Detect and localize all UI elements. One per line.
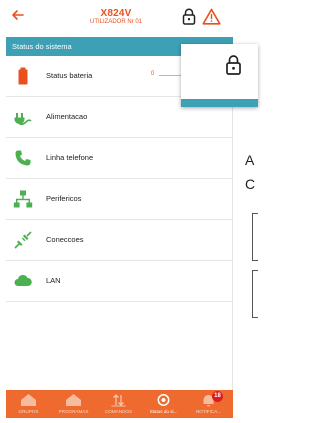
padlock-icon[interactable] — [182, 8, 196, 25]
menu-item-linha-telefone[interactable]: Linha telefone — [6, 138, 233, 179]
device-title: X824V — [100, 8, 132, 19]
indicator-line — [159, 75, 181, 76]
padlock-icon[interactable] — [225, 54, 242, 75]
tab-programas[interactable]: PROGRAMAS — [51, 390, 96, 418]
section-title: Status do sistema — [12, 42, 72, 51]
menu-item-label: Alimentacao — [46, 112, 88, 121]
menu-item-label: LAN — [46, 276, 61, 285]
notification-badge: 18 — [212, 391, 223, 402]
tab-grupos[interactable]: GRUPOS — [6, 390, 51, 418]
popup-accent-bar — [181, 99, 258, 107]
lock-popup-card[interactable] — [181, 44, 258, 107]
menu-item-label: Coneccoes — [46, 235, 84, 244]
tab-label: COMANDOS — [104, 409, 133, 414]
tab-status-do-sistema[interactable]: Status do si... — [141, 390, 186, 418]
battery-indicator: 0 — [151, 71, 155, 77]
user-subtitle: UTILIZADOR Nr 01 — [89, 19, 142, 25]
background-text-c: C — [245, 176, 256, 192]
menu-item-label: Linha telefone — [46, 153, 94, 162]
house-icon — [66, 394, 81, 406]
tab-comandos[interactable]: COMANDOS — [96, 390, 141, 418]
house-icon — [21, 394, 36, 406]
background-box-2 — [252, 270, 258, 318]
background-box-1 — [252, 213, 258, 261]
arrow-left-icon[interactable] — [10, 7, 26, 23]
cloud-icon — [14, 274, 32, 286]
network-tree-icon — [13, 190, 33, 208]
tab-label: Status do si... — [149, 409, 178, 414]
power-plug-icon — [14, 113, 32, 126]
menu-item-lan[interactable]: LAN — [6, 261, 233, 302]
app-header: X824V UTILIZADOR Nr 01 — [6, 0, 233, 37]
tab-label: GRUPOS — [18, 409, 39, 414]
connection-plug-icon — [14, 231, 32, 249]
tab-label: PROGRAMAS — [58, 409, 89, 414]
menu-item-label: Perifericos — [46, 194, 82, 203]
tab-label: NOTIFICA... — [195, 409, 222, 414]
menu-item-label: Status bateria — [46, 71, 93, 80]
phone-icon — [15, 150, 31, 166]
arrows-updown-icon — [111, 394, 126, 407]
tab-notificacoes[interactable]: 18 NOTIFICA... — [186, 390, 231, 418]
background-text-a: A — [245, 152, 255, 168]
bottom-tab-bar: GRUPOS PROGRAMAS COMANDOS Status do si..… — [6, 390, 233, 418]
menu-item-perifericos[interactable]: Perifericos — [6, 179, 233, 220]
warning-triangle-icon[interactable] — [202, 8, 221, 25]
target-icon — [157, 394, 170, 406]
battery-icon — [18, 67, 28, 85]
screenshot: A C X824V UTILIZADOR Nr 01 Status do sis… — [0, 0, 258, 423]
menu-item-coneccoes[interactable]: Coneccoes — [6, 220, 233, 261]
